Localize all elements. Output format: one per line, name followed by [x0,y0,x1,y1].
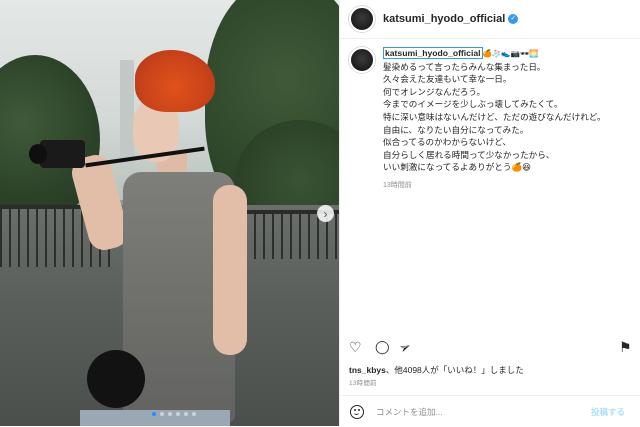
heart-icon[interactable]: ♡ [349,340,362,354]
carousel-dot [192,412,196,416]
header-username[interactable]: katsumi_hyodo_official ✓ [383,13,519,25]
caption: katsumi_hyodo_official 🍊🧦👟📷🕶🌅 髪染めるって言ったらみ… [340,39,640,193]
likes-user[interactable]: tns_kbys [349,365,386,375]
photo-person [29,50,247,426]
carousel-dot [184,412,188,416]
caption-avatar[interactable] [349,47,375,73]
verified-badge-icon: ✓ [508,14,519,25]
chevron-right-icon: › [323,206,328,221]
post-timestamp[interactable]: 13時間前 [349,377,377,387]
carousel-dot [176,412,180,416]
next-photo-button[interactable]: › [317,205,334,222]
post-photo[interactable]: › [0,0,339,426]
caption-line: 似合ってるのかわからないけど、 [383,137,512,148]
photo-orange-hair [135,50,215,112]
comment-icon[interactable]: ◯ [375,340,390,354]
carousel-dot [168,412,172,416]
caption-line: 自分らしく居れる時間って少なかったから、 [383,149,555,160]
bookmark-icon[interactable]: ⚑ [619,340,632,354]
photo-bag [87,350,145,408]
caption-emojis: 🍊🧦👟📷🕶🌅 [482,49,539,58]
caption-line: 自由に、なりたい自分になってみた。 [383,124,529,135]
photo-arm [213,185,247,355]
photo-camera-lens [29,144,47,164]
caption-line: 今までのイメージを少しぶっ壊してみたくて。 [383,99,563,110]
avatar[interactable] [349,6,375,32]
carousel-dot [152,412,156,416]
caption-line: 久々会えた友達もいて幸な一日。 [383,74,512,85]
caption-line: 髪染めるって言ったらみんな集まった日。 [383,61,546,72]
action-bar: ♡ ◯ ➢ ⚑ [349,337,634,356]
caption-line: 特に深い意味はないんだけど、ただの遊びなんだけれど。 [383,111,606,122]
caption-time-ago: 13時間前 [383,181,412,189]
carousel-dots [152,412,196,416]
post-comment-button[interactable]: 投稿する [591,406,625,418]
carousel-dot [160,412,164,416]
caption-line: いい刺激になってるよありがとう🍊😆 [383,162,532,173]
post-header: katsumi_hyodo_official ✓ [340,0,640,39]
emoji-icon[interactable] [350,404,364,419]
post-side-panel: katsumi_hyodo_official ✓ katsumi_hyodo_of… [339,0,640,426]
share-icon[interactable]: ➢ [396,337,413,356]
caption-line: 何でオレンジなんだろう。 [383,86,486,97]
likes-summary: tns_kbys、他4098人が「いいね！」しました [349,364,524,376]
comment-input[interactable] [374,405,583,418]
username-text[interactable]: katsumi_hyodo_official [383,13,505,25]
comment-bar: 投稿する [340,395,640,427]
caption-username[interactable]: katsumi_hyodo_official [383,47,483,59]
caption-body: katsumi_hyodo_official 🍊🧦👟📷🕶🌅 髪染めるって言ったらみ… [383,47,623,193]
likes-text[interactable]: 、他4098人が「いいね！」しました [386,365,524,375]
